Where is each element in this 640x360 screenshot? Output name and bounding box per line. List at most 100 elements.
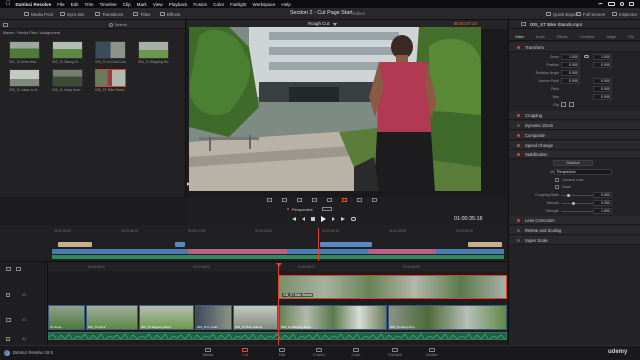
audio-tool-icon[interactable]	[372, 198, 377, 202]
app-menu[interactable]: DaVinci Resolve	[16, 2, 52, 7]
sync-bin-button[interactable]: Sync Bin	[60, 10, 84, 18]
blade-icon[interactable]	[16, 267, 21, 271]
menu-fusion[interactable]: Fusion	[193, 2, 207, 7]
zoom-y-field[interactable]: 1.000	[593, 54, 612, 60]
overview-playhead[interactable]	[318, 228, 319, 261]
timeline-clip[interactable]: 003_Ts Skipping Rope	[279, 305, 387, 330]
search-icon[interactable]	[109, 22, 114, 27]
tab-effects[interactable]: Effects	[557, 35, 567, 39]
timeline-clip[interactable]: Ts Jump...	[48, 305, 85, 330]
tab-video[interactable]: Video	[515, 35, 524, 39]
page-cut[interactable]: Cut	[230, 348, 260, 360]
section-transform[interactable]: Transform	[509, 43, 640, 52]
enable-dot-icon[interactable]	[517, 134, 520, 137]
media-pool-button[interactable]: Media Pool	[24, 10, 53, 18]
full-screen-button[interactable]: Full Screen	[576, 10, 605, 18]
menu-view[interactable]: View	[153, 2, 163, 7]
speed-tool-icon[interactable]	[327, 198, 332, 202]
camera-icon[interactable]	[6, 318, 11, 322]
transform-tool-icon[interactable]	[267, 198, 272, 202]
composite-tool-icon[interactable]	[312, 198, 317, 202]
inspector-button[interactable]: Inspector	[612, 10, 637, 18]
tab-image[interactable]: Image	[607, 35, 616, 39]
tab-transition[interactable]: Transition	[580, 35, 595, 39]
anchor-y-field[interactable]: 0.000	[593, 78, 612, 84]
apple-icon[interactable]: 	[6, 0, 11, 8]
slider-thumb[interactable]	[572, 202, 575, 205]
media-clip[interactable]: 001_Ts Drink Wat...	[9, 41, 40, 67]
enable-dot-icon[interactable]	[517, 153, 520, 156]
section-dynamic-zoom[interactable]: Dynamic Zoom	[509, 121, 640, 130]
search-icon[interactable]	[620, 2, 624, 6]
section-composite[interactable]: Composite	[509, 131, 640, 140]
effects-button[interactable]: Effects	[160, 10, 180, 18]
position-x-field[interactable]: 0.000	[561, 62, 580, 68]
media-breadcrumb[interactable]: Master / Media Files / Assignment	[0, 29, 185, 37]
stabilize-mode-label[interactable]: Perspective	[292, 207, 313, 212]
go-to-end-icon[interactable]	[341, 217, 345, 221]
play-icon[interactable]	[321, 216, 326, 222]
media-clip[interactable]: 002_Ts Taking Dr...	[52, 41, 83, 67]
flip-horizontal-icon[interactable]	[561, 102, 566, 107]
quick-export-button[interactable]: Quick Export	[546, 10, 578, 18]
overview-clip[interactable]	[175, 242, 185, 247]
fast-forward-icon[interactable]	[332, 217, 335, 221]
timeline-options-icon[interactable]	[6, 267, 11, 271]
rewind-icon[interactable]	[302, 217, 305, 221]
go-to-start-icon[interactable]	[292, 217, 296, 221]
crop-tool-icon[interactable]	[282, 198, 287, 202]
stabilize-button[interactable]: Stabilize	[553, 160, 593, 166]
slider-thumb[interactable]	[567, 194, 570, 197]
video-frame[interactable]	[189, 27, 481, 191]
speaker-icon[interactable]	[6, 337, 10, 341]
menu-file[interactable]: File	[57, 2, 64, 7]
tab-file[interactable]: File	[628, 35, 633, 39]
battery-icon[interactable]	[608, 2, 615, 6]
flip-vertical-icon[interactable]	[569, 102, 574, 107]
zoom-tool-icon[interactable]	[297, 198, 302, 202]
menu-trim[interactable]: Trim	[85, 2, 94, 7]
rotation-field[interactable]: 0.000	[561, 70, 580, 76]
anchor-x-field[interactable]: 0.000	[561, 78, 580, 84]
overview-clip[interactable]	[320, 242, 372, 247]
enable-dot-icon[interactable]	[517, 114, 520, 117]
enable-dot-icon[interactable]	[517, 124, 520, 127]
section-speed-change[interactable]: Speed Change	[509, 141, 640, 150]
timeline-clip-selected[interactable]: 005_ST Bike Stands	[278, 275, 507, 299]
link-icon[interactable]	[584, 55, 589, 58]
menu-edit[interactable]: Edit	[71, 2, 79, 7]
timeline-clip[interactable]: 003_Ts In Coat	[195, 305, 232, 330]
page-fusion[interactable]: Fusion	[304, 348, 334, 360]
media-clip[interactable]: 006_Ts Jump from...	[52, 69, 83, 95]
camera-tool-icon[interactable]	[357, 198, 362, 202]
media-search-label[interactable]: Search	[114, 22, 127, 27]
overview-audio[interactable]	[52, 255, 504, 259]
menu-help[interactable]: Help	[281, 2, 290, 7]
wifi-icon[interactable]	[598, 2, 603, 6]
playhead-handle-icon[interactable]	[276, 263, 282, 267]
page-media[interactable]: Media	[193, 348, 223, 360]
control-center-icon[interactable]	[629, 2, 634, 6]
titles-button[interactable]: Titles	[133, 10, 150, 18]
viewer-clip-name[interactable]: Rough Cut	[308, 21, 329, 26]
section-super-scale[interactable]: Super Scale	[509, 236, 640, 245]
media-clip[interactable]: 004_Ts Skipping Ro...	[138, 41, 169, 67]
media-clip-selected[interactable]: 005_ST Bike Stand...	[95, 69, 126, 95]
overview-clip[interactable]	[58, 242, 92, 247]
enable-dot-icon[interactable]	[517, 46, 520, 49]
timeline-clip[interactable]: 002_Ts Skipping Rope	[139, 305, 194, 330]
section-cropping[interactable]: Cropping	[509, 111, 640, 120]
media-clip[interactable]: 003_Ts In Coat Com...	[95, 41, 126, 67]
enable-dot-icon[interactable]	[517, 239, 520, 242]
page-color[interactable]: Color	[341, 348, 371, 360]
mode-dropdown[interactable]: Perspective	[554, 169, 612, 175]
zoom-checkbox[interactable]	[555, 185, 559, 189]
menu-workspace[interactable]: Workspace	[253, 2, 276, 7]
menu-clip[interactable]: Clip	[123, 2, 131, 7]
enable-dot-icon[interactable]	[517, 219, 520, 222]
cropping-ratio-field[interactable]: 0.900	[593, 192, 612, 198]
transitions-button[interactable]: Transitions	[95, 10, 123, 18]
camera-lock-checkbox[interactable]	[555, 178, 559, 182]
pitch-field[interactable]: 0.000	[593, 86, 612, 92]
section-stabilization[interactable]: Stabilization	[509, 150, 640, 159]
